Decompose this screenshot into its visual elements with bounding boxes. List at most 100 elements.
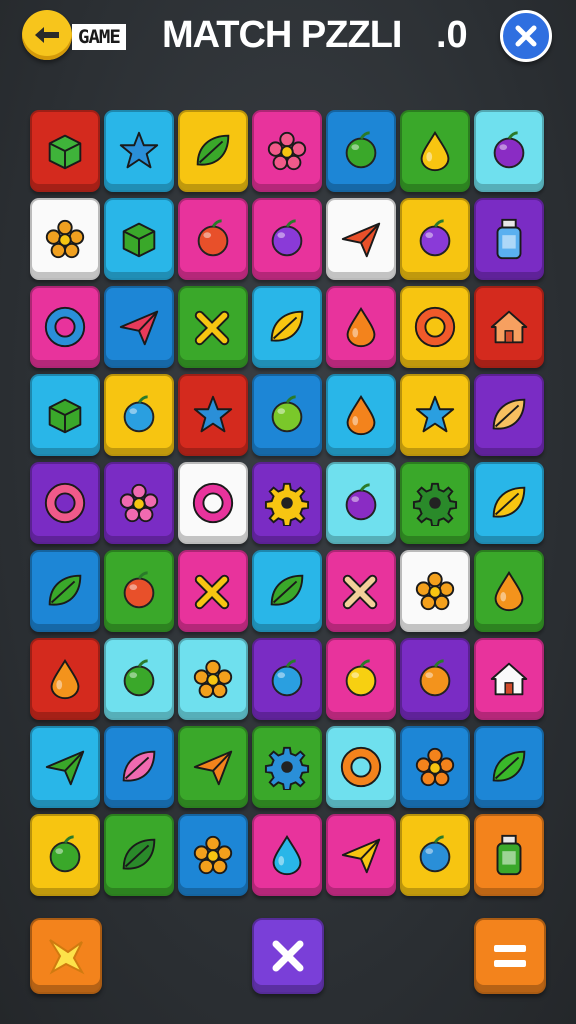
tile-r3-c1[interactable] xyxy=(30,286,100,368)
tile-r6-c2[interactable] xyxy=(104,550,174,632)
tile-r5-c7[interactable] xyxy=(474,462,544,544)
orange-flame-icon xyxy=(193,835,233,875)
tile-r9-c1[interactable] xyxy=(30,814,100,896)
blue-swirl-icon xyxy=(44,306,86,348)
tile-r1-c2[interactable] xyxy=(104,110,174,192)
tile-r1-c5[interactable] xyxy=(326,110,396,192)
spray-bottle-icon xyxy=(496,218,522,260)
tile-r5-c2[interactable] xyxy=(104,462,174,544)
green-leaf-icon xyxy=(122,838,156,870)
tile-r4-c5[interactable] xyxy=(326,374,396,456)
back-arrow-icon xyxy=(35,27,59,43)
close-button[interactable] xyxy=(500,10,552,62)
cancel-button[interactable] xyxy=(252,918,324,994)
green-lime-icon xyxy=(271,395,303,433)
blue-gear-icon xyxy=(264,746,310,790)
back-button[interactable] xyxy=(22,10,72,60)
yellow-gear-icon xyxy=(264,482,310,526)
tile-r5-c4[interactable] xyxy=(252,462,322,544)
tile-r4-c4[interactable] xyxy=(252,374,322,456)
pencil-icon xyxy=(194,574,230,610)
tile-r3-c6[interactable] xyxy=(400,286,470,368)
tile-r1-c6[interactable] xyxy=(400,110,470,192)
yellow-pyramid-icon xyxy=(341,838,381,874)
x-icon xyxy=(272,940,304,972)
tile-r5-c3[interactable] xyxy=(178,462,248,544)
tile-r6-c5[interactable] xyxy=(326,550,396,632)
tile-r2-c4[interactable] xyxy=(252,198,322,280)
red-plane-icon xyxy=(119,310,159,346)
close-icon xyxy=(515,25,537,47)
tile-r8-c6[interactable] xyxy=(400,726,470,808)
tile-r3-c5[interactable] xyxy=(326,286,396,368)
tile-r2-c5[interactable] xyxy=(326,198,396,280)
tile-r6-c4[interactable] xyxy=(252,550,322,632)
page-title: MATCH PZZLI xyxy=(162,14,402,56)
blue-star-shape-icon xyxy=(119,131,159,169)
tile-r8-c3[interactable] xyxy=(178,726,248,808)
tile-r9-c2[interactable] xyxy=(104,814,174,896)
tile-r9-c4[interactable] xyxy=(252,814,322,896)
orange-pear-icon xyxy=(494,570,524,612)
tile-r2-c7[interactable] xyxy=(474,198,544,280)
tile-r7-c2[interactable] xyxy=(104,638,174,720)
tile-r2-c1[interactable] xyxy=(30,198,100,280)
tile-r3-c2[interactable] xyxy=(104,286,174,368)
tile-r2-c3[interactable] xyxy=(178,198,248,280)
tile-r7-c7[interactable] xyxy=(474,638,544,720)
tile-r4-c3[interactable] xyxy=(178,374,248,456)
orange-fish-icon xyxy=(346,394,376,436)
plant-pot-icon xyxy=(45,219,85,259)
tile-r6-c7[interactable] xyxy=(474,550,544,632)
pink-flower-icon xyxy=(267,131,307,171)
tile-r3-c4[interactable] xyxy=(252,286,322,368)
green-leaf-icon xyxy=(492,750,526,782)
tile-r9-c6[interactable] xyxy=(400,814,470,896)
purple-candy-icon xyxy=(493,131,525,169)
tile-r8-c2[interactable] xyxy=(104,726,174,808)
tile-r2-c6[interactable] xyxy=(400,198,470,280)
tile-r1-c4[interactable] xyxy=(252,110,322,192)
tile-r7-c3[interactable] xyxy=(178,638,248,720)
star-burst-icon xyxy=(49,939,85,975)
tile-r7-c1[interactable] xyxy=(30,638,100,720)
tile-r7-c6[interactable] xyxy=(400,638,470,720)
green-arrow-icon xyxy=(45,750,85,786)
tile-r7-c5[interactable] xyxy=(326,638,396,720)
tile-r1-c7[interactable] xyxy=(474,110,544,192)
shuffle-button[interactable] xyxy=(30,918,102,994)
tile-r6-c6[interactable] xyxy=(400,550,470,632)
tile-r6-c1[interactable] xyxy=(30,550,100,632)
tile-r3-c3[interactable] xyxy=(178,286,248,368)
tile-r4-c1[interactable] xyxy=(30,374,100,456)
tile-r5-c1[interactable] xyxy=(30,462,100,544)
tile-r5-c6[interactable] xyxy=(400,462,470,544)
tile-r6-c3[interactable] xyxy=(178,550,248,632)
green-leaf-icon xyxy=(196,134,230,166)
tile-r9-c5[interactable] xyxy=(326,814,396,896)
tile-r8-c7[interactable] xyxy=(474,726,544,808)
menu-button[interactable] xyxy=(474,918,546,994)
blue-ball-icon xyxy=(123,395,155,433)
tile-r3-c7[interactable] xyxy=(474,286,544,368)
tile-r1-c3[interactable] xyxy=(178,110,248,192)
tile-r4-c2[interactable] xyxy=(104,374,174,456)
tile-r8-c1[interactable] xyxy=(30,726,100,808)
purple-plum-icon xyxy=(345,483,377,521)
tile-r9-c3[interactable] xyxy=(178,814,248,896)
tile-r8-c5[interactable] xyxy=(326,726,396,808)
header: GAME MATCH PZZLI .0 xyxy=(0,0,576,76)
pink-bean-icon xyxy=(122,750,156,782)
tile-r1-c1[interactable] xyxy=(30,110,100,192)
tile-r4-c7[interactable] xyxy=(474,374,544,456)
tile-r9-c7[interactable] xyxy=(474,814,544,896)
tile-r7-c4[interactable] xyxy=(252,638,322,720)
tile-r8-c4[interactable] xyxy=(252,726,322,808)
green-red-fruit-icon xyxy=(345,131,377,169)
green-jar-icon xyxy=(496,834,522,876)
tile-r2-c2[interactable] xyxy=(104,198,174,280)
green-castle-icon xyxy=(122,222,156,258)
bone-icon xyxy=(342,574,378,610)
tile-r4-c6[interactable] xyxy=(400,374,470,456)
tile-r5-c5[interactable] xyxy=(326,462,396,544)
